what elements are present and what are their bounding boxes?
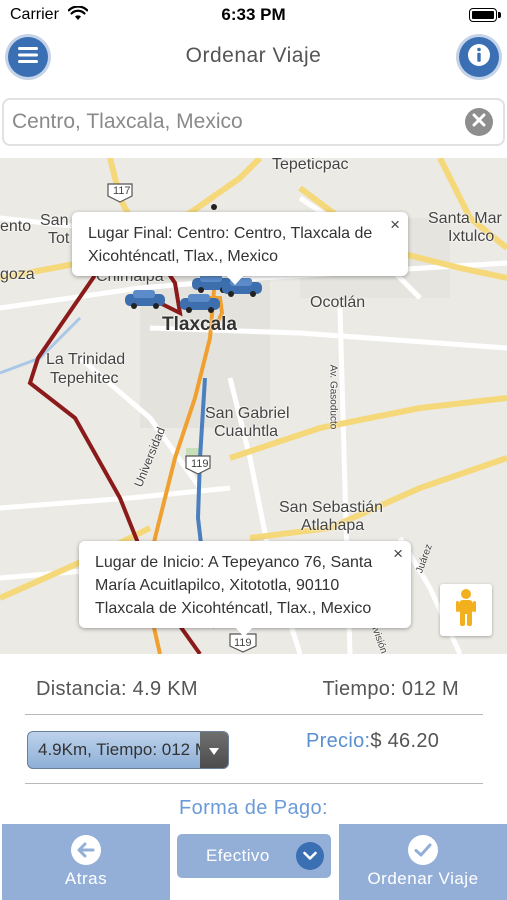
map-label-san-sebastian: San Sebastián — [279, 499, 384, 516]
back-button-label: Atras — [64, 869, 108, 888]
order-trip-button-label: Ordenar Viaje — [367, 869, 479, 888]
search-input[interactable] — [12, 100, 452, 144]
map-label-atlahapa: Atlahapa — [301, 517, 365, 534]
map-label-santa-maria: Santa Mar — [428, 210, 502, 227]
distance-label: Distancia: 4.9 KM — [36, 678, 198, 700]
status-bar: Carrier 6:33 PM — [0, 0, 507, 30]
close-icon[interactable]: × — [393, 545, 403, 562]
divider — [25, 783, 483, 784]
map-label-tepeticpac: Tepeticpac — [272, 158, 349, 173]
map-label-ixtulco: Ixtulco — [448, 228, 495, 245]
pegman-icon — [455, 588, 477, 633]
payment-method-dropdown[interactable]: Efectivo — [177, 834, 331, 878]
time-label: Tiempo: 012 M — [322, 678, 459, 700]
info-button[interactable] — [459, 37, 499, 77]
arrow-left-icon — [71, 835, 101, 865]
origin-callout[interactable]: × Lugar de Inicio: A Tepeyanco 76, Santa… — [79, 541, 411, 637]
destination-callout[interactable]: × Lugar Final: Centro: Centro, Tlaxcala … — [72, 212, 408, 285]
street-view-button[interactable] — [440, 584, 492, 636]
payment-method-value: Efectivo — [206, 846, 270, 865]
price-value: $ 46.20 — [370, 730, 440, 752]
page-title: Ordenar Viaje — [185, 44, 322, 67]
price-label: Precio: — [306, 730, 371, 752]
payment-method-label: Forma de Pago: — [178, 797, 328, 819]
chevron-down-icon — [296, 842, 324, 870]
clear-icon — [472, 113, 486, 132]
origin-line-3: Tlaxcala de Xicohténcatl, Tlax., Mexico — [95, 600, 372, 617]
price: Precio:$ 46.20 — [306, 730, 439, 753]
divider — [25, 714, 483, 715]
checkmark-icon — [408, 835, 438, 865]
origin-line-2: María Acuitlapilco, Xitototla, 90110 — [95, 577, 340, 594]
destination-line-2: Xicohténcatl, Tlax., Mexico — [88, 248, 279, 265]
map-label-cuauhtla: Cuauhtla — [214, 423, 279, 440]
map-label-tlaxcala: Tlaxcala — [162, 314, 237, 335]
map-label-san: San — [40, 212, 69, 229]
map-label-ocotlan: Ocotlán — [310, 294, 366, 311]
route-117-label: 117 — [113, 185, 131, 197]
dropdown-arrow-icon — [200, 732, 228, 768]
search-bar — [2, 98, 505, 146]
origin-line-1: Lugar de Inicio: A Tepeyanco 76, Santa — [95, 554, 373, 571]
map-view[interactable]: Tepeticpac 117 ento San Tot goza Chimalp… — [0, 158, 507, 654]
clock: 6:33 PM — [221, 5, 286, 24]
order-trip-button[interactable]: Ordenar Viaje — [339, 824, 507, 900]
map-label-ento: ento — [0, 218, 32, 235]
info-icon — [467, 43, 491, 72]
destination-line-1: Lugar Final: Centro: Centro, Tlaxcala de — [88, 225, 373, 242]
map-label-tepehitec: Tepehitec — [50, 370, 119, 387]
map-label-tot: Tot — [48, 230, 70, 247]
map-label-san-gabriel: San Gabriel — [205, 405, 290, 422]
map-label-av-gasoducto: Av. Gasoducto — [327, 364, 339, 430]
trip-option-select[interactable]: 4.9Km, Tiempo: 012 M — [27, 731, 229, 769]
back-button[interactable]: Atras — [2, 824, 170, 900]
close-icon[interactable]: × — [390, 216, 400, 233]
clear-search-button[interactable] — [465, 108, 493, 136]
map-label-goza: goza — [0, 266, 35, 283]
trip-option-value: 4.9Km, Tiempo: 012 M — [38, 740, 200, 759]
battery-icon — [469, 8, 501, 22]
map-label-la-trinidad: La Trinidad — [46, 351, 126, 368]
nav-bar: Ordenar Viaje — [0, 30, 507, 86]
route-119-label: 119 — [191, 458, 209, 470]
